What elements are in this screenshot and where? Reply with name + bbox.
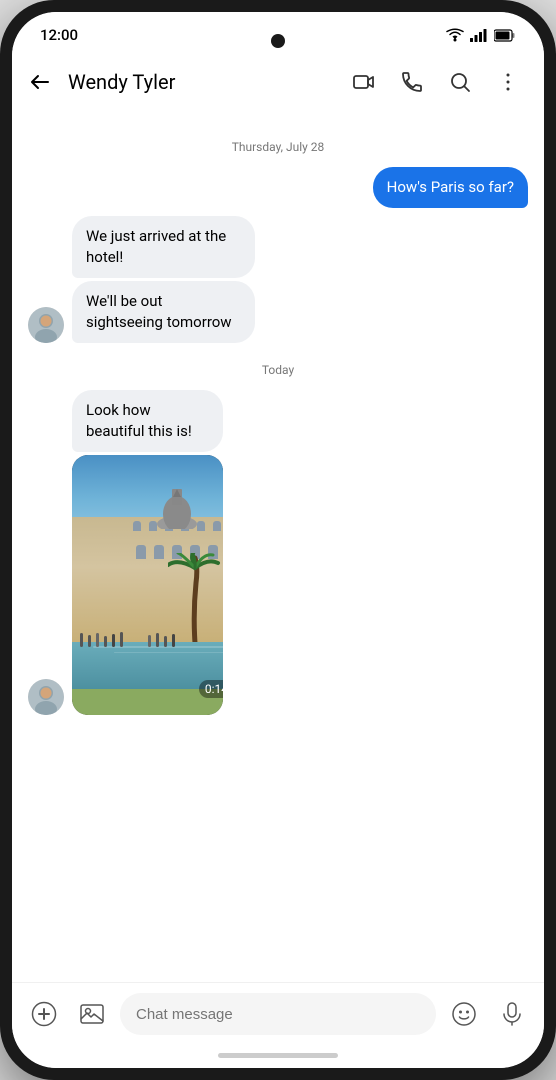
signal-icon [470,28,488,42]
received-bubbles: We just arrived at the hotel! We'll be o… [72,216,326,343]
dome [152,489,202,533]
video-message-bubble[interactable]: 0:14 [72,455,223,715]
today-received-group: Look how beautiful this is! [28,390,528,715]
people [72,632,223,647]
status-icons [446,28,516,42]
received-bubble-1: We just arrived at the hotel! [72,216,255,278]
received-bubble-2: We'll be out sightseeing tomorrow [72,281,255,343]
mic-button[interactable] [492,994,532,1034]
video-thumbnail: 0:14 [72,455,223,715]
battery-icon [494,29,516,42]
phone-call-button[interactable] [392,62,432,102]
sent-bubble: How's Paris so far? [373,167,528,208]
camera-notch [271,34,285,48]
status-time: 12:00 [40,26,78,44]
input-area [12,982,544,1045]
today-received-bubbles: Look how beautiful this is! [72,390,282,715]
home-bar [218,1053,338,1058]
video-overlay: 0:14 [82,673,223,705]
video-call-button[interactable] [344,62,384,102]
video-duration: 0:14 [199,680,223,698]
chat-area: Thursday, July 28 How's Paris so far? [12,112,544,982]
emoji-button[interactable] [444,994,484,1034]
received-group: We just arrived at the hotel! We'll be o… [28,216,528,343]
chat-input[interactable] [120,993,436,1035]
back-button[interactable] [20,62,60,102]
avatar-today [28,679,64,715]
thursday-divider: Thursday, July 28 [28,136,528,155]
avatar [28,307,64,343]
today-divider: Today [28,359,528,378]
phone-screen: 12:00 [12,12,544,1068]
home-indicator [12,1045,544,1068]
header-icons [344,62,528,102]
attach-button[interactable] [72,994,112,1034]
received-bubble-3: Look how beautiful this is! [72,390,223,452]
search-button[interactable] [440,62,480,102]
message-row: How's Paris so far? [28,167,528,208]
phone-frame: 12:00 [0,0,556,1080]
more-options-button[interactable] [488,62,528,102]
app-header: Wendy Tyler [12,52,544,112]
wifi-icon [446,28,464,42]
contact-name: Wendy Tyler [68,70,340,94]
add-button[interactable] [24,994,64,1034]
